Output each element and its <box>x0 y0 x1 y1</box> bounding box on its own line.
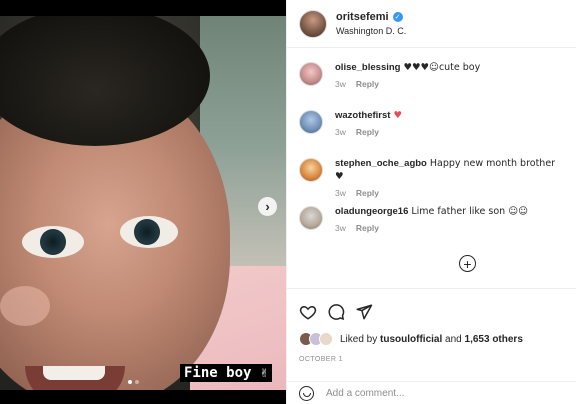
chevron-right-icon: › <box>265 199 270 214</box>
carousel-indicator <box>128 380 139 384</box>
avatar <box>319 332 333 346</box>
reply-button[interactable]: Reply <box>356 79 379 89</box>
likes-summary: Liked by tusoulofficial and 1,653 others <box>299 332 523 346</box>
post-action-bar <box>287 288 576 321</box>
commenter-avatar[interactable] <box>299 62 323 86</box>
liker-username[interactable]: tusoulofficial <box>380 334 442 345</box>
commenter-avatar[interactable] <box>299 158 323 182</box>
comment-time: 3w <box>335 223 346 233</box>
comment-username[interactable]: wazothefirst <box>335 110 390 121</box>
commenter-avatar[interactable] <box>299 110 323 134</box>
post-location[interactable]: Washington D. C. <box>336 26 406 36</box>
reply-button[interactable]: Reply <box>356 188 379 198</box>
comment-icon[interactable] <box>327 303 345 321</box>
comment-text: Lime father like son ☺☺ <box>411 206 529 217</box>
reply-button[interactable]: Reply <box>356 223 379 233</box>
next-slide-button[interactable]: › <box>258 197 277 216</box>
post-date: OCTOBER 1 <box>299 356 343 363</box>
commenter-avatar[interactable] <box>299 206 323 230</box>
plus-circle-icon: + <box>463 255 472 272</box>
post-sidebar: oritsefemi ✓ Washington D. C. olise_bles… <box>286 0 576 404</box>
comment-text: ♥♥♥☺cute boy <box>403 62 481 73</box>
likes-others-link[interactable]: 1,653 others <box>465 334 523 345</box>
comment-item: olise_blessing ♥♥♥☺cute boy 3w Reply <box>287 56 576 104</box>
comment-input[interactable] <box>326 387 556 399</box>
post-media: › Fine boy ✌ <box>0 0 286 404</box>
story-caption-overlay: Fine boy ✌ <box>180 364 273 382</box>
comment-time: 3w <box>335 127 346 137</box>
comment-item: oladungeorge16 Lime father like son ☺☺ 3w… <box>287 200 576 248</box>
instagram-post-view: › Fine boy ✌ oritsefemi ✓ Washington D. … <box>0 0 576 404</box>
comment-list: olise_blessing ♥♥♥☺cute boy 3w Reply wazot… <box>287 56 576 248</box>
load-more-comments-button[interactable]: + <box>459 255 476 272</box>
reply-button[interactable]: Reply <box>356 127 379 137</box>
share-icon[interactable] <box>355 303 373 321</box>
heart-icon[interactable] <box>299 303 317 321</box>
verified-badge-icon: ✓ <box>392 12 403 22</box>
carousel-dot-active <box>128 380 132 384</box>
likes-prefix: Liked by <box>340 333 378 345</box>
likes-conjunction: and <box>445 333 462 345</box>
comment-text: ♥ <box>393 110 402 121</box>
post-photo[interactable] <box>0 16 286 390</box>
comment-item: stephen_oche_agbo Happy new month brother… <box>287 152 576 200</box>
liker-avatars[interactable] <box>299 332 333 346</box>
author-username[interactable]: oritsefemi <box>336 11 389 23</box>
comment-username[interactable]: oladungeorge16 <box>335 206 408 217</box>
comment-username[interactable]: stephen_oche_agbo <box>335 158 427 169</box>
comment-item: wazothefirst ♥ 3w Reply <box>287 104 576 152</box>
comment-time: 3w <box>335 188 346 198</box>
comment-username[interactable]: olise_blessing <box>335 62 400 73</box>
emoji-icon[interactable] <box>299 385 314 401</box>
add-comment-bar <box>287 381 576 404</box>
comment-time: 3w <box>335 79 346 89</box>
post-header: oritsefemi ✓ Washington D. C. <box>287 0 576 48</box>
author-avatar[interactable] <box>299 9 327 38</box>
carousel-dot <box>135 380 139 384</box>
